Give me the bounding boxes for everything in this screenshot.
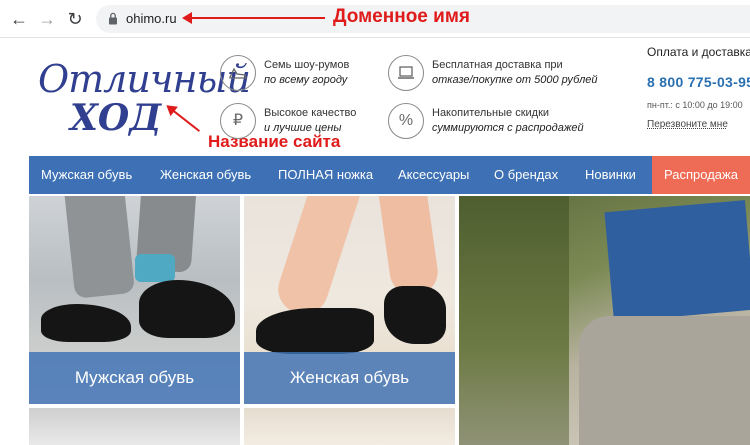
- promo-banner[interactable]: [459, 196, 750, 445]
- category-tile-men[interactable]: Мужская обувь: [29, 196, 240, 404]
- page: ← → ↻ ohimo.ru Доменное имя Отличный ХОД…: [0, 0, 750, 445]
- logo-text-top: Отличный: [38, 57, 251, 101]
- tile-image-leg: [375, 196, 441, 299]
- browser-toolbar: ← → ↻ ohimo.ru Доменное имя: [0, 0, 750, 38]
- tile-image-shoe: [139, 280, 235, 338]
- payment-delivery-link[interactable]: Оплата и доставка: [647, 45, 750, 59]
- feature-line2: суммируются с распродажей: [432, 122, 584, 134]
- forward-icon[interactable]: →: [36, 8, 58, 30]
- nav-item-accessories[interactable]: Аксессуары: [398, 156, 469, 194]
- shoe-icon: [220, 55, 256, 91]
- tile-image-leg: [272, 196, 366, 321]
- nav-item-new[interactable]: Новинки: [585, 156, 636, 194]
- annotation-arrow-domain: [182, 12, 325, 24]
- category-tile-women[interactable]: Женская обувь: [244, 196, 455, 404]
- feature-line2: и лучшие цены: [264, 122, 342, 134]
- main-nav: Мужская обувь Женская обувь ПОЛНАЯ ножка…: [29, 156, 750, 194]
- working-hours: пн-пт.: с 10:00 до 19:00: [647, 100, 743, 110]
- feature-line1: Накопительные скидки: [432, 107, 550, 119]
- reload-icon[interactable]: ↻: [64, 8, 86, 30]
- feature-delivery: Бесплатная доставка при отказе/покупке о…: [388, 53, 598, 97]
- tile-image-sock: [135, 254, 175, 282]
- tile-image-heel: [384, 286, 446, 344]
- category-tile-bottom-left[interactable]: [29, 408, 240, 445]
- nav-item-women[interactable]: Женская обувь: [160, 156, 251, 194]
- tile-caption-women: Женская обувь: [244, 352, 455, 404]
- feature-line1: Семь шоу-румов: [264, 59, 350, 71]
- url-text[interactable]: ohimo.ru: [126, 11, 177, 26]
- feature-line2: отказе/покупке от 5000 рублей: [432, 74, 598, 86]
- back-icon[interactable]: ←: [8, 8, 30, 30]
- banner-image-foliage: [459, 196, 569, 445]
- callback-link[interactable]: Перезвоните мне: [647, 119, 728, 130]
- feature-line1: Бесплатная доставка при: [432, 59, 563, 71]
- logo-text-bottom: ХОД: [70, 97, 162, 139]
- percent-icon: %: [388, 103, 424, 139]
- site-header: Отличный ХОД Название сайта Семь шоу-рум…: [0, 39, 750, 156]
- nav-item-brands[interactable]: О брендах: [494, 156, 558, 194]
- tile-image-shoe: [41, 304, 131, 342]
- annotation-domain-label: Доменное имя: [333, 6, 470, 27]
- nav-item-sale[interactable]: Распродажа: [652, 156, 750, 194]
- feature-discounts: % Накопительные скидки суммируются с рас…: [388, 101, 584, 145]
- lock-icon: [109, 12, 117, 25]
- tile-image-trousers: [62, 196, 136, 299]
- laptop-icon: [388, 55, 424, 91]
- nav-item-full-foot[interactable]: ПОЛНАЯ ножка: [278, 156, 373, 194]
- phone-number[interactable]: 8 800 775-03-95: [647, 74, 750, 90]
- banner-image-newspaper: [604, 200, 750, 322]
- site-logo[interactable]: Отличный ХОД: [34, 57, 251, 139]
- feature-showrooms: Семь шоу-румов по всему городу: [220, 53, 390, 97]
- banner-image-person: [579, 316, 750, 445]
- feature-line2: по всему городу: [264, 74, 348, 86]
- tile-caption-men: Мужская обувь: [29, 352, 240, 404]
- tile-image-heel: [256, 308, 374, 354]
- category-tile-bottom-middle[interactable]: [244, 408, 455, 445]
- nav-item-men[interactable]: Мужская обувь: [41, 156, 132, 194]
- feature-line1: Высокое качество: [264, 107, 357, 119]
- feature-quality: ₽ Высокое качество и лучшие цены: [220, 101, 390, 145]
- ruble-icon: ₽: [220, 103, 256, 139]
